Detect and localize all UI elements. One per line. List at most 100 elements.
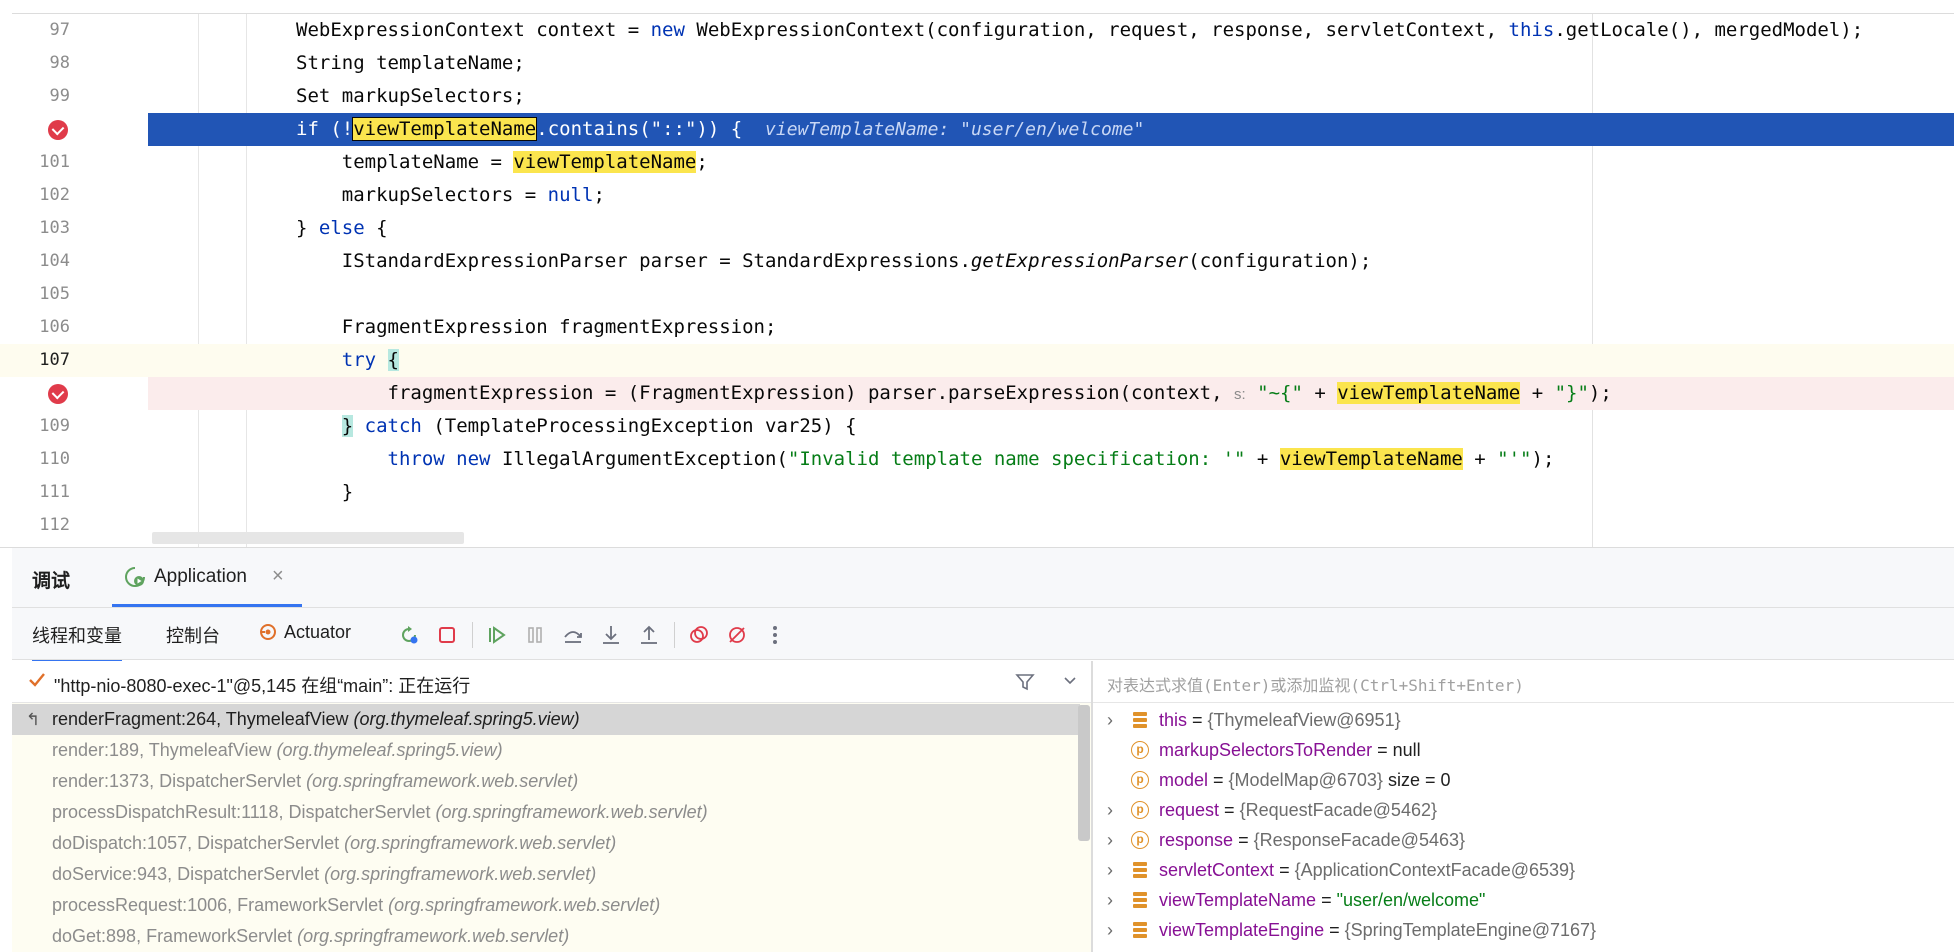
actuator-icon <box>260 624 276 640</box>
line-number: 107 <box>39 350 70 370</box>
filter-icon[interactable] <box>1015 672 1035 692</box>
debug-tool-window-header: 调试 Application × <box>12 548 1954 608</box>
mute-breakpoints-icon[interactable] <box>724 622 750 648</box>
stack-frame-selected[interactable]: ↰ renderFragment:264, ThymeleafView (org… <box>12 704 1080 735</box>
code-line-98[interactable]: 98 String templateName; <box>0 47 1954 80</box>
tab-label: Application <box>154 566 247 587</box>
code-line-100-execution-point[interactable]: if (!viewTemplateName.contains("::")) { … <box>0 113 1954 146</box>
code-line-106[interactable]: 106 FragmentExpression fragmentExpressio… <box>0 311 1954 344</box>
stack-frame[interactable]: render:189, ThymeleafView (org.thymeleaf… <box>12 735 1080 766</box>
stack-frame[interactable]: processRequest:1006, FrameworkServlet (o… <box>12 890 1080 921</box>
stack-frame[interactable]: doService:943, DispatcherServlet (org.sp… <box>12 859 1080 890</box>
chevron-down-icon[interactable] <box>1062 672 1078 688</box>
horizontal-scrollbar[interactable] <box>152 532 464 544</box>
line-number: 110 <box>39 449 70 469</box>
chevron-right-icon[interactable]: › <box>1107 915 1113 945</box>
line-number: 103 <box>39 218 70 238</box>
code-text: } else { <box>296 217 388 239</box>
code-line-102[interactable]: 102 markupSelectors = null; <box>0 179 1954 212</box>
breakpoint-icon[interactable] <box>48 120 68 140</box>
variable-row[interactable]: › viewTemplateEngine = {SpringTemplateEn… <box>1093 915 1954 945</box>
line-number: 98 <box>49 53 70 73</box>
variable-row[interactable]: › p request = {RequestFacade@5462} <box>1093 795 1954 825</box>
stack-frame[interactable]: render:1373, DispatcherServlet (org.spri… <box>12 766 1080 797</box>
stack-frame[interactable]: doDispatch:1057, DispatcherServlet (org.… <box>12 828 1080 859</box>
code-line-110[interactable]: 110 throw new IllegalArgumentException("… <box>0 443 1954 476</box>
tab-actuator[interactable]: Actuator <box>258 622 351 643</box>
toolbar-separator <box>674 622 675 648</box>
evaluate-expression-input[interactable]: 对表达式求值(Enter)或添加监视(Ctrl+Shift+Enter) <box>1093 661 1954 703</box>
variable-row[interactable]: › viewTemplateName = "user/en/welcome" <box>1093 885 1954 915</box>
parameter-icon: p <box>1131 831 1149 849</box>
parameter-icon: p <box>1131 801 1149 819</box>
return-icon: ↰ <box>26 710 41 729</box>
parameter-icon: p <box>1131 741 1149 759</box>
code-text: if (!viewTemplateName.contains("::")) { … <box>296 117 1145 141</box>
frames-scrollbar[interactable] <box>1078 705 1090 841</box>
code-text: WebExpressionContext context = new WebEx… <box>296 19 1864 41</box>
spring-boot-run-icon <box>125 567 145 587</box>
code-line-107-caret[interactable]: 107 try { <box>0 344 1954 377</box>
more-icon[interactable] <box>762 622 788 648</box>
tab-application[interactable]: Application × <box>112 548 302 607</box>
stack-frame[interactable]: processDispatchResult:1118, DispatcherSe… <box>12 797 1080 828</box>
step-out-icon[interactable] <box>636 622 662 648</box>
field-icon <box>1131 891 1149 909</box>
breakpoint-icon[interactable] <box>48 384 68 404</box>
code-line-101[interactable]: 101 templateName = viewTemplateName; <box>0 146 1954 179</box>
code-line-111[interactable]: 111 } <box>0 476 1954 509</box>
code-text: throw new IllegalArgumentException("Inva… <box>387 448 1555 470</box>
thread-label: "http-nio-8080-exec-1"@5,145 在组“main”: 正… <box>54 676 471 696</box>
line-number: 111 <box>39 482 70 502</box>
code-line-109[interactable]: 109 } catch (TemplateProcessingException… <box>0 410 1954 443</box>
code-text: } catch (TemplateProcessingException var… <box>341 415 857 437</box>
view-breakpoints-icon[interactable] <box>686 622 712 648</box>
tab-console[interactable]: 控制台 <box>166 622 220 648</box>
thread-selector[interactable]: "http-nio-8080-exec-1"@5,145 在组“main”: 正… <box>12 661 1091 703</box>
chevron-right-icon[interactable]: › <box>1107 885 1113 915</box>
chevron-right-icon[interactable]: › <box>1107 855 1113 885</box>
tab-threads-variables[interactable]: 线程和变量 <box>32 622 122 663</box>
inline-value-hint: viewTemplateName: "user/en/welcome" <box>765 119 1145 140</box>
parameter-hint: s: <box>1234 386 1246 403</box>
debug-tool-window-title: 调试 <box>32 571 71 592</box>
variable-row[interactable]: p model = {ModelMap@6703} size = 0 <box>1093 765 1954 795</box>
pause-icon[interactable] <box>522 622 548 648</box>
code-text: Set markupSelectors; <box>296 85 525 107</box>
variables-panel: 对表达式求值(Enter)或添加监视(Ctrl+Shift+Enter) › t… <box>1093 661 1954 952</box>
variable-row[interactable]: p markupSelectorsToRender = null <box>1093 735 1954 765</box>
line-number: 109 <box>39 416 70 436</box>
rerun-icon[interactable] <box>396 622 422 648</box>
code-line-97[interactable]: 97 WebExpressionContext context = new We… <box>0 14 1954 47</box>
line-number: 106 <box>39 317 70 337</box>
code-line-105[interactable]: 105 <box>0 278 1954 311</box>
field-icon <box>1131 921 1149 939</box>
variable-row[interactable]: › servletContext = {ApplicationContextFa… <box>1093 855 1954 885</box>
frames-panel: "http-nio-8080-exec-1"@5,145 在组“main”: 正… <box>12 661 1092 952</box>
chevron-right-icon[interactable]: › <box>1107 705 1113 735</box>
stack-frame[interactable]: doGet:898, FrameworkServlet (org.springf… <box>12 921 1080 952</box>
evaluate-placeholder: 对表达式求值(Enter)或添加监视(Ctrl+Shift+Enter) <box>1107 676 1524 695</box>
editor-tab-strip <box>12 0 1954 14</box>
step-into-icon[interactable] <box>598 622 624 648</box>
resume-icon[interactable] <box>484 622 510 648</box>
line-number: 97 <box>49 20 70 40</box>
code-line-103[interactable]: 103 } else { <box>0 212 1954 245</box>
chevron-right-icon[interactable]: › <box>1107 825 1113 855</box>
variable-row[interactable]: › this = {ThymeleafView@6951} <box>1093 705 1954 735</box>
chevron-right-icon[interactable]: › <box>1107 795 1113 825</box>
code-editor[interactable]: 97 WebExpressionContext context = new We… <box>0 0 1954 548</box>
code-text: try { <box>341 349 399 371</box>
code-text: IStandardExpressionParser parser = Stand… <box>296 250 1372 272</box>
code-text: fragmentExpression = (FragmentExpression… <box>296 382 1612 404</box>
code-line-99[interactable]: 99 Set markupSelectors; <box>0 80 1954 113</box>
code-text: markupSelectors = null; <box>296 184 605 206</box>
code-line-104[interactable]: 104 IStandardExpressionParser parser = S… <box>0 245 1954 278</box>
code-line-108-breakpoint[interactable]: fragmentExpression = (FragmentExpression… <box>0 377 1954 410</box>
stop-icon[interactable] <box>434 622 460 648</box>
variable-row[interactable]: › p response = {ResponseFacade@5463} <box>1093 825 1954 855</box>
close-icon[interactable]: × <box>272 565 284 588</box>
step-over-icon[interactable] <box>560 622 586 648</box>
code-text: String templateName; <box>296 52 525 74</box>
line-number: 101 <box>39 152 70 172</box>
